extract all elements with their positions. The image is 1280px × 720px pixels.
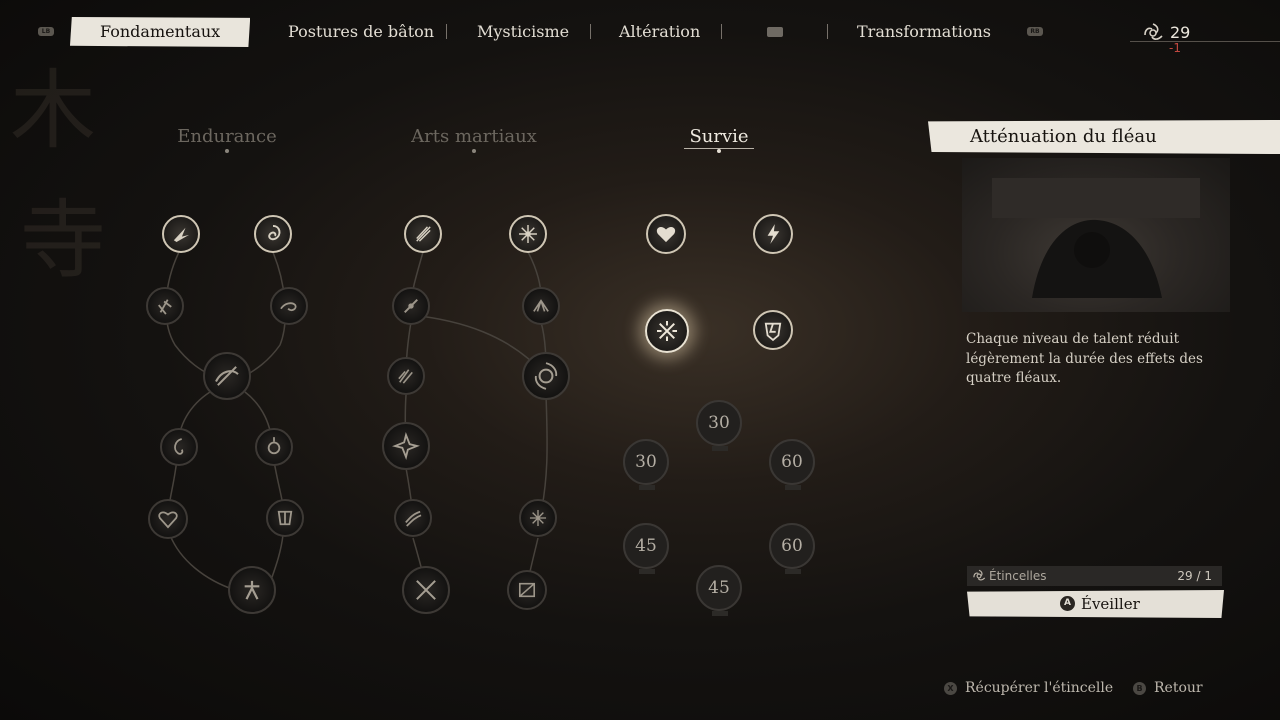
armor-icon <box>277 510 293 526</box>
spark-icon <box>973 569 986 581</box>
awaken-button[interactable]: A Éveiller <box>967 590 1224 618</box>
hint-back[interactable]: B Retour <box>1133 680 1203 696</box>
hint-back-label: Retour <box>1154 680 1203 696</box>
swirl-icon <box>268 224 281 241</box>
talent-node-endurance[interactable] <box>148 499 188 539</box>
burst-icon <box>529 509 547 527</box>
lightning-bolt-icon <box>767 224 780 244</box>
talent-node-arts-martiaux[interactable] <box>519 499 557 537</box>
broken-shield-icon <box>764 322 782 342</box>
locked-talent-node[interactable]: 45 <box>696 565 742 616</box>
locked-talent-level: 45 <box>708 578 730 598</box>
talent-node-arts-martiaux[interactable] <box>522 287 560 325</box>
x-button-icon: X <box>944 682 957 695</box>
talent-node-survie[interactable] <box>646 214 686 254</box>
crane-icon <box>173 227 190 243</box>
warrior-icon <box>244 580 260 600</box>
locked-talent-node[interactable]: 60 <box>769 523 815 574</box>
fan-icon <box>533 299 549 312</box>
locked-node-tab <box>639 485 655 490</box>
gourd-icon <box>158 299 172 315</box>
spear-thrust-icon <box>404 299 418 313</box>
talent-node-arts-martiaux[interactable] <box>394 499 432 537</box>
talent-node-endurance[interactable] <box>162 215 200 253</box>
detail-title-banner: Atténuation du fléau <box>928 120 1280 154</box>
talent-node-endurance[interactable] <box>228 566 276 614</box>
detail-sparks-row: Étincelles 29 / 1 <box>967 566 1222 586</box>
detail-description: Chaque niveau de talent réduit légèremen… <box>966 331 1203 386</box>
locked-node-tab <box>785 485 801 490</box>
detail-sparks-value: 29 / 1 <box>1177 569 1212 583</box>
locked-talent-node[interactable]: 30 <box>623 439 669 490</box>
four-blights-icon <box>657 321 677 341</box>
talent-node-survie[interactable] <box>753 214 793 254</box>
locked-node-tab <box>785 569 801 574</box>
talent-node-arts-martiaux[interactable] <box>392 287 430 325</box>
a-button-icon: A <box>1060 596 1075 611</box>
hook-icon <box>174 438 184 455</box>
talent-node-endurance[interactable] <box>270 287 308 325</box>
talent-node-endurance[interactable] <box>255 428 293 466</box>
locked-talent-level: 45 <box>635 536 657 556</box>
locked-node-tab <box>712 446 728 451</box>
locked-talent-level: 30 <box>635 452 657 472</box>
awaken-button-label: Éveiller <box>1081 595 1140 613</box>
talent-node-endurance[interactable] <box>203 352 251 400</box>
detail-sparks-label: Étincelles <box>989 569 1047 583</box>
scroll-strike-icon <box>518 582 536 598</box>
spinning-sun-icon <box>534 362 558 390</box>
crossed-staffs-icon <box>416 580 436 600</box>
hint-recover-spark-label: Récupérer l'étincelle <box>965 680 1114 696</box>
detail-illustration <box>962 158 1230 312</box>
wind-swirl-icon <box>280 302 297 312</box>
locked-talent-level: 60 <box>781 452 803 472</box>
locked-node-tab <box>712 611 728 616</box>
locked-node-tab <box>639 569 655 574</box>
locked-talent-node[interactable]: 30 <box>696 400 742 451</box>
locked-talent-node[interactable]: 45 <box>623 523 669 574</box>
locked-talent-level: 60 <box>781 536 803 556</box>
spiral-flame-icon <box>267 437 281 455</box>
locked-talent-node[interactable]: 60 <box>769 439 815 490</box>
claw-icon <box>405 510 422 527</box>
talent-node-endurance[interactable] <box>160 428 198 466</box>
talent-node-survie-selected[interactable] <box>645 309 689 353</box>
talent-node-endurance[interactable] <box>146 287 184 325</box>
talent-node-arts-martiaux[interactable] <box>387 357 425 395</box>
talent-node-arts-martiaux[interactable] <box>509 215 547 253</box>
dash-icon <box>215 366 239 386</box>
heart-knot-icon <box>158 511 178 529</box>
heart-icon <box>656 227 676 243</box>
talent-node-arts-martiaux[interactable] <box>404 215 442 253</box>
talent-node-arts-martiaux[interactable] <box>507 570 547 610</box>
triple-strike-icon <box>398 369 413 384</box>
talent-node-arts-martiaux[interactable] <box>402 566 450 614</box>
b-button-icon: B <box>1133 682 1146 695</box>
talent-node-endurance[interactable] <box>266 499 304 537</box>
locked-talent-level: 30 <box>708 413 730 433</box>
talent-node-survie[interactable] <box>753 310 793 350</box>
talent-illustration <box>992 178 1200 298</box>
hint-recover-spark[interactable]: X Récupérer l'étincelle <box>944 680 1113 696</box>
staff-strike-icon <box>416 226 431 242</box>
shuriken-icon <box>392 432 420 460</box>
talent-node-arts-martiaux[interactable] <box>382 422 430 470</box>
detail-title: Atténuation du fléau <box>970 126 1157 147</box>
talent-node-endurance[interactable] <box>254 215 292 253</box>
talent-node-arts-martiaux[interactable] <box>522 352 570 400</box>
sunburst-icon <box>519 225 537 243</box>
